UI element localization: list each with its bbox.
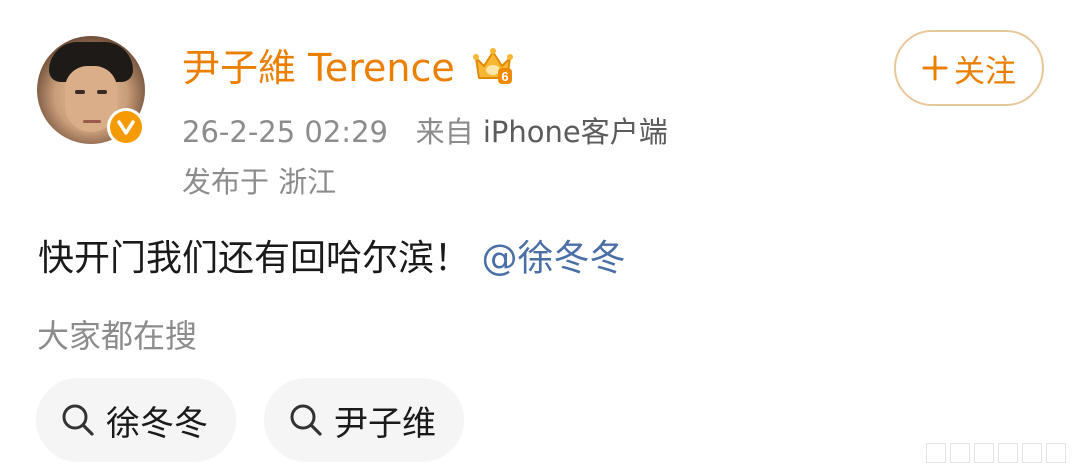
trending-search-label: 大家都在搜 [37,317,198,355]
vip-level: 6 [501,69,508,84]
mention-link[interactable]: @徐冬冬 [481,238,625,279]
crown-vip-icon[interactable]: 6 [472,44,514,86]
search-chip-label: 徐冬冬 [106,403,208,444]
post-source[interactable]: iPhone客户端 [483,115,668,149]
follow-label: 关注 [954,53,1016,90]
verified-badge-icon [107,108,145,146]
avatar-mouth [83,120,101,123]
avatar-eye [75,90,85,94]
search-chip[interactable]: 徐冬冬 [36,378,236,462]
post-text: 快开门我们还有回哈尔滨！ [38,238,471,279]
plus-icon [922,55,948,81]
post-timestamp: 26-2-25 02:29 [182,115,388,149]
post-content: 快开门我们还有回哈尔滨！ @徐冬冬 [38,234,625,284]
search-icon [290,404,322,436]
search-chip[interactable]: 尹子维 [264,378,464,462]
follow-button[interactable]: 关注 [894,30,1044,106]
author-name[interactable]: 尹子維 Terence [182,44,455,92]
watermark [926,443,1066,463]
source-prefix: 来自 [415,115,474,149]
post-meta: 26-2-25 02:29 来自 iPhone客户端 [182,113,668,151]
post-location: 发布于 浙江 [182,165,337,199]
avatar-eye [97,90,107,94]
search-icon [62,404,94,436]
search-chip-label: 尹子维 [334,403,436,444]
